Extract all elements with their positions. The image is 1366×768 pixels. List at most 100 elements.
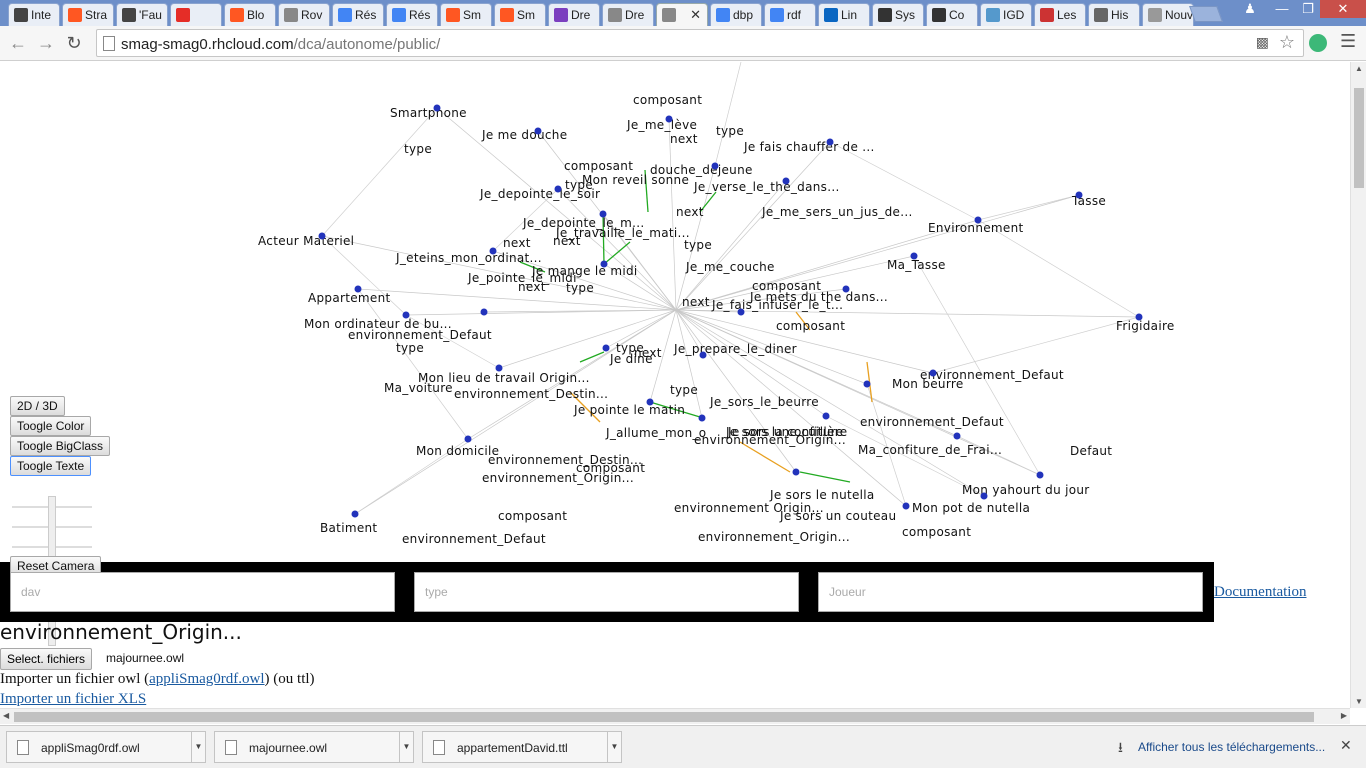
- graph-node[interactable]: [974, 216, 982, 224]
- graph-node[interactable]: [910, 252, 918, 260]
- graph-label[interactable]: type: [684, 238, 712, 252]
- graph-label[interactable]: Mon pot de nutella: [912, 501, 1030, 515]
- bookmark-star-icon[interactable]: ☆: [1279, 32, 1295, 53]
- extension-icon[interactable]: [1309, 34, 1327, 52]
- graph-node[interactable]: [600, 260, 608, 268]
- graph-node[interactable]: [699, 351, 707, 359]
- graph-label[interactable]: J_allume_mon_o: [605, 426, 706, 440]
- graph-node[interactable]: [737, 308, 745, 316]
- graph-label[interactable]: Ma_voiture: [384, 381, 453, 395]
- forward-icon[interactable]: →: [34, 32, 58, 54]
- graph-label[interactable]: Je sors le nutella: [769, 488, 875, 502]
- graph-node[interactable]: [534, 127, 542, 135]
- vertical-scrollbar[interactable]: ▲ ▼: [1350, 62, 1366, 708]
- graph-label[interactable]: Je_verse_le_the_dans...: [693, 180, 840, 194]
- browser-tab[interactable]: Rov: [278, 3, 330, 26]
- graph-label[interactable]: Mon domicile: [416, 444, 499, 458]
- select-files-button[interactable]: Select. fichiers: [0, 648, 93, 670]
- graph-node[interactable]: [826, 138, 834, 146]
- browser-tab[interactable]: Sm: [494, 3, 546, 26]
- graph-label[interactable]: Environnement: [928, 221, 1024, 235]
- browser-tab[interactable]: His: [1088, 3, 1140, 26]
- graph-label[interactable]: Mon beurre: [892, 377, 964, 391]
- graph-node[interactable]: [402, 311, 410, 319]
- browser-tab[interactable]: Rés: [386, 3, 438, 26]
- graph-node[interactable]: [842, 285, 850, 293]
- graph-label[interactable]: Je fais chauffer de ...: [743, 140, 875, 154]
- horizontal-scrollbar[interactable]: ◀ ▶: [0, 708, 1350, 724]
- close-icon[interactable]: ✕: [1340, 737, 1352, 754]
- browser-tab[interactable]: Blo: [224, 3, 276, 26]
- graph-node[interactable]: [782, 177, 790, 185]
- graph-label[interactable]: type: [716, 124, 744, 138]
- minimize-button[interactable]: —: [1268, 0, 1296, 18]
- graph-node[interactable]: [351, 510, 359, 518]
- chevron-down-icon[interactable]: ▼: [607, 732, 621, 762]
- browser-tab[interactable]: [170, 3, 222, 26]
- graph-node[interactable]: [599, 210, 607, 218]
- graph-label[interactable]: Frigidaire: [1116, 319, 1175, 333]
- graph-node[interactable]: [646, 398, 654, 406]
- graph-label[interactable]: composant: [498, 509, 567, 523]
- graph-label[interactable]: Je_depointe_le_soir: [479, 187, 600, 201]
- graph-label[interactable]: environnement_Origin...: [698, 530, 850, 544]
- graph-node[interactable]: [464, 435, 472, 443]
- import-owl-link[interactable]: appliSmag0rdf.owl: [149, 671, 264, 687]
- graph-label[interactable]: type: [404, 142, 432, 156]
- toggle-2d-3d-button[interactable]: 2D / 3D: [10, 396, 65, 416]
- graph-label[interactable]: Je_sors_le_beurre: [709, 395, 819, 409]
- graph-label[interactable]: Je_me_lève: [626, 118, 697, 132]
- predicate-input[interactable]: type: [414, 572, 799, 612]
- graph-label[interactable]: environnement_Destin...: [454, 387, 608, 401]
- browser-tab[interactable]: IGD: [980, 3, 1032, 26]
- browser-tab[interactable]: rdf: [764, 3, 816, 26]
- browser-tab[interactable]: Sys: [872, 3, 924, 26]
- graph-label[interactable]: next: [670, 132, 698, 146]
- object-input[interactable]: Joueur: [818, 572, 1203, 612]
- graph-label[interactable]: environnement_Origin...: [482, 471, 634, 485]
- browser-tab[interactable]: Stra: [62, 3, 114, 26]
- graph-label[interactable]: Mon reveil sonne: [582, 173, 689, 187]
- browser-tab[interactable]: Sm: [440, 3, 492, 26]
- browser-tab[interactable]: Inte: [8, 3, 60, 26]
- graph-node[interactable]: [792, 468, 800, 476]
- new-tab-button[interactable]: [1189, 6, 1223, 22]
- toggle-bigclass-button[interactable]: Toogle BigClass: [10, 436, 111, 456]
- graph-node[interactable]: [1135, 313, 1143, 321]
- graph-label[interactable]: Je me douche: [481, 128, 567, 142]
- horizontal-scroll-thumb[interactable]: [14, 712, 1314, 722]
- graph-node[interactable]: [902, 502, 910, 510]
- browser-tab[interactable]: Lin: [818, 3, 870, 26]
- graph-node[interactable]: [1075, 191, 1083, 199]
- graph-node[interactable]: [318, 232, 326, 240]
- graph-node[interactable]: [554, 185, 562, 193]
- graph-label[interactable]: composant: [776, 319, 845, 333]
- graph-label[interactable]: Je_prepare_le_diner: [673, 342, 797, 356]
- graph-node[interactable]: [602, 344, 610, 352]
- subject-input[interactable]: dav: [10, 572, 395, 612]
- graph-label[interactable]: next: [676, 205, 704, 219]
- reload-icon[interactable]: ↻: [62, 32, 86, 54]
- graph-label[interactable]: environnement_Defaut: [348, 328, 492, 342]
- graph-label[interactable]: Appartement: [308, 291, 391, 305]
- graph-label[interactable]: Je pointe le matin: [573, 403, 685, 417]
- graph-label[interactable]: Je_me_sers_un_jus_de...: [761, 205, 913, 219]
- browser-tab[interactable]: Dre: [548, 3, 600, 26]
- graph-node[interactable]: [489, 247, 497, 255]
- graph-node[interactable]: [1036, 471, 1044, 479]
- graph-node[interactable]: [698, 414, 706, 422]
- graph-node[interactable]: [929, 369, 937, 377]
- graph-label[interactable]: Ma_Tasse: [887, 258, 946, 272]
- graph-label[interactable]: next: [503, 236, 531, 250]
- graph-label[interactable]: next: [518, 280, 546, 294]
- graph-label[interactable]: composant: [633, 93, 702, 107]
- toggle-text-button[interactable]: Toogle Texte: [10, 456, 92, 476]
- graph-label[interactable]: Ma_confiture_de_Frai...: [858, 443, 1002, 457]
- browser-tab[interactable]: dbp: [710, 3, 762, 26]
- graph-node[interactable]: [953, 432, 961, 440]
- graph-label[interactable]: type: [566, 281, 594, 295]
- address-bar[interactable]: smag-smag0.rhcloud.com/dca/autonome/publ…: [96, 29, 1304, 57]
- browser-tab[interactable]: Co: [926, 3, 978, 26]
- graph-node[interactable]: [480, 308, 488, 316]
- browser-tab[interactable]: ✕: [656, 3, 708, 27]
